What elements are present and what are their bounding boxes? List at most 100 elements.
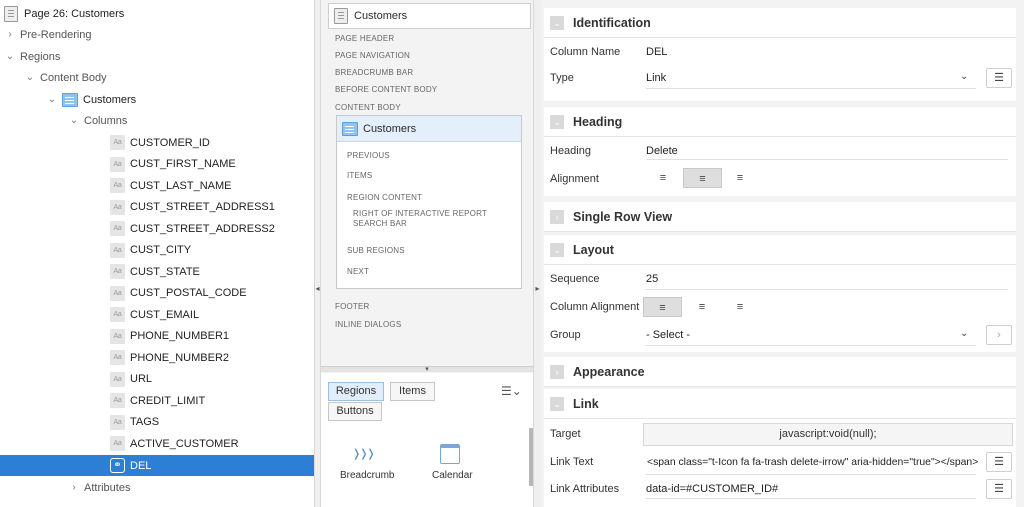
tree-node-column[interactable]: Aa PHONE_NUMBER2 (0, 347, 314, 368)
section-header[interactable]: ⌄ Heading (544, 107, 1016, 137)
layout-page-card[interactable]: Customers (328, 3, 531, 29)
chevron-down-icon[interactable]: ⌄ (550, 242, 564, 257)
tree-node-column[interactable]: Aa CUST_STREET_ADDRESS1 (0, 197, 314, 218)
chevron-down-icon[interactable]: ⌄ (4, 51, 16, 62)
section-header[interactable]: › Appearance (544, 357, 1016, 387)
tree-label: ACTIVE_CUSTOMER (130, 437, 239, 450)
chevron-right-icon[interactable]: › (4, 29, 16, 40)
tree-node-column[interactable]: Aa CUST_POSTAL_CODE (0, 283, 314, 304)
column-icon: Aa (110, 436, 125, 451)
tree-node-column[interactable]: Aa CUST_LAST_NAME (0, 175, 314, 196)
sequence-value[interactable]: 25 (646, 273, 658, 285)
column-icon: Aa (110, 307, 125, 322)
column-icon: Aa (110, 264, 125, 279)
tree-node-columns[interactable]: ⌄ Columns (0, 110, 314, 131)
section-header[interactable]: › Single Row View (544, 202, 1016, 232)
section-title: Identification (573, 15, 651, 30)
chevron-right-icon[interactable]: › (550, 364, 564, 379)
layout-section-page-header: PAGE HEADER (335, 34, 395, 43)
prop-column-alignment: Column Alignment (544, 295, 1016, 319)
heading-value[interactable]: Delete (646, 145, 678, 157)
chevron-down-icon[interactable]: ⌄ (960, 328, 968, 339)
link-text-value[interactable]: <span class="t-Icon fa fa-trash delete-i… (647, 457, 978, 468)
tree-label: Pre-Rendering (20, 28, 92, 41)
tab-regions[interactable]: Regions (328, 382, 384, 401)
group-select[interactable]: - Select - (646, 329, 690, 341)
tree-node-regions[interactable]: ⌄ Regions (0, 46, 314, 67)
tree-label: CUST_STREET_ADDRESS1 (130, 201, 275, 213)
tree-label: Columns (84, 114, 128, 127)
tree-node-column[interactable]: Aa ACTIVE_CUSTOMER (0, 433, 314, 454)
calendar-icon[interactable] (440, 444, 460, 464)
page-icon (334, 8, 348, 24)
layout-page-title: Customers (354, 10, 408, 22)
section-header[interactable]: ⌄ Layout (544, 235, 1016, 265)
tree-node-column[interactable]: Aa CUST_FIRST_NAME (0, 154, 314, 175)
tab-items[interactable]: Items (390, 382, 435, 401)
align-right-icon[interactable]: ≡ (722, 297, 758, 317)
tree-label: Customers (83, 93, 137, 106)
tree-node-customers-region[interactable]: ⌄ Customers (0, 89, 314, 110)
gallery-menu-icon[interactable]: ☰⌄ (501, 384, 522, 398)
tree-node-column[interactable]: Aa URL (0, 369, 314, 390)
tree-node-column[interactable]: Aa CUSTOMER_ID (0, 132, 314, 153)
list-button[interactable]: ☰ (986, 452, 1012, 472)
region-title: Customers (363, 122, 417, 135)
tree-node-del-selected[interactable]: ⚭ DEL (0, 455, 314, 476)
tree-label: URL (130, 373, 153, 385)
type-select[interactable]: Link (646, 72, 666, 84)
prop-label: Column Alignment (550, 301, 640, 313)
column-name-value[interactable]: DEL (646, 46, 667, 58)
tree-label: CUST_EMAIL (130, 308, 200, 321)
layout-region-customers[interactable]: Customers (336, 115, 522, 289)
list-button[interactable]: ☰ (986, 479, 1012, 499)
breadcrumb-icon[interactable]: ❭❭❭ (352, 447, 382, 463)
gallery-splitter[interactable]: ▾ (321, 366, 533, 373)
chevron-down-icon[interactable]: ⌄ (24, 72, 36, 83)
tab-buttons[interactable]: Buttons (328, 402, 382, 421)
chevron-down-icon[interactable]: ⌄ (550, 114, 564, 129)
gallery-item-breadcrumb[interactable]: Breadcrumb (340, 470, 394, 481)
region-header[interactable]: Customers (337, 116, 521, 142)
tree-node-column[interactable]: Aa TAGS (0, 412, 314, 433)
section-header[interactable]: ⌄ Link (544, 389, 1016, 419)
tree-node-page[interactable]: Page 26: Customers (0, 3, 314, 24)
prop-label: Alignment (550, 173, 599, 185)
chevron-down-icon[interactable]: ⌄ (550, 396, 564, 411)
section-header[interactable]: ⌄ Identification (544, 8, 1016, 38)
tree-node-column[interactable]: Aa CUST_STATE (0, 261, 314, 282)
tree-label: DEL (130, 459, 152, 472)
collapse-right-icon[interactable]: ▸ (534, 284, 541, 293)
align-right-icon[interactable]: ≡ (722, 168, 758, 188)
prop-label: Heading (550, 145, 591, 157)
gallery-item-calendar[interactable]: Calendar (432, 470, 473, 481)
chevron-down-icon[interactable]: ⌄ (68, 115, 80, 126)
tree-node-pre-rendering[interactable]: › Pre-Rendering (0, 24, 314, 45)
slot-search-bar: SEARCH BAR (353, 219, 408, 228)
list-button[interactable]: ☰ (986, 68, 1012, 88)
tree-node-column[interactable]: Aa PHONE_NUMBER1 (0, 326, 314, 347)
target-field[interactable]: javascript:void(null); (643, 423, 1013, 446)
collapse-left-icon[interactable]: ◂ (315, 284, 320, 293)
field-underline (646, 345, 976, 346)
chevron-right-icon[interactable]: › (550, 209, 564, 224)
link-attributes-value[interactable]: data-id=#CUSTOMER_ID# (646, 483, 778, 495)
tree-node-column[interactable]: Aa CUST_STREET_ADDRESS2 (0, 218, 314, 239)
tree-label: Regions (20, 50, 61, 63)
tree-node-attributes[interactable]: › Attributes (0, 477, 314, 498)
right-splitter[interactable]: ▸ (533, 0, 541, 507)
chevron-down-icon[interactable]: ⌄ (550, 15, 564, 30)
tree-node-column[interactable]: Aa CREDIT_LIMIT (0, 390, 314, 411)
align-center-icon[interactable]: ≡ (683, 168, 722, 188)
tree-node-content-body[interactable]: ⌄ Content Body (0, 67, 314, 88)
chevron-right-icon[interactable]: › (68, 482, 80, 493)
tree-node-column[interactable]: Aa CUST_CITY (0, 240, 314, 261)
tree-node-column[interactable]: Aa CUST_EMAIL (0, 304, 314, 325)
chevron-down-icon[interactable]: ⌄ (960, 71, 968, 82)
align-left-icon[interactable]: ≡ (645, 168, 681, 188)
section-title: Single Row View (573, 209, 673, 224)
align-left-icon[interactable]: ≡ (643, 297, 682, 317)
align-center-icon[interactable]: ≡ (684, 297, 720, 317)
chevron-right-icon[interactable]: › (986, 325, 1012, 345)
chevron-down-icon[interactable]: ⌄ (46, 94, 58, 105)
